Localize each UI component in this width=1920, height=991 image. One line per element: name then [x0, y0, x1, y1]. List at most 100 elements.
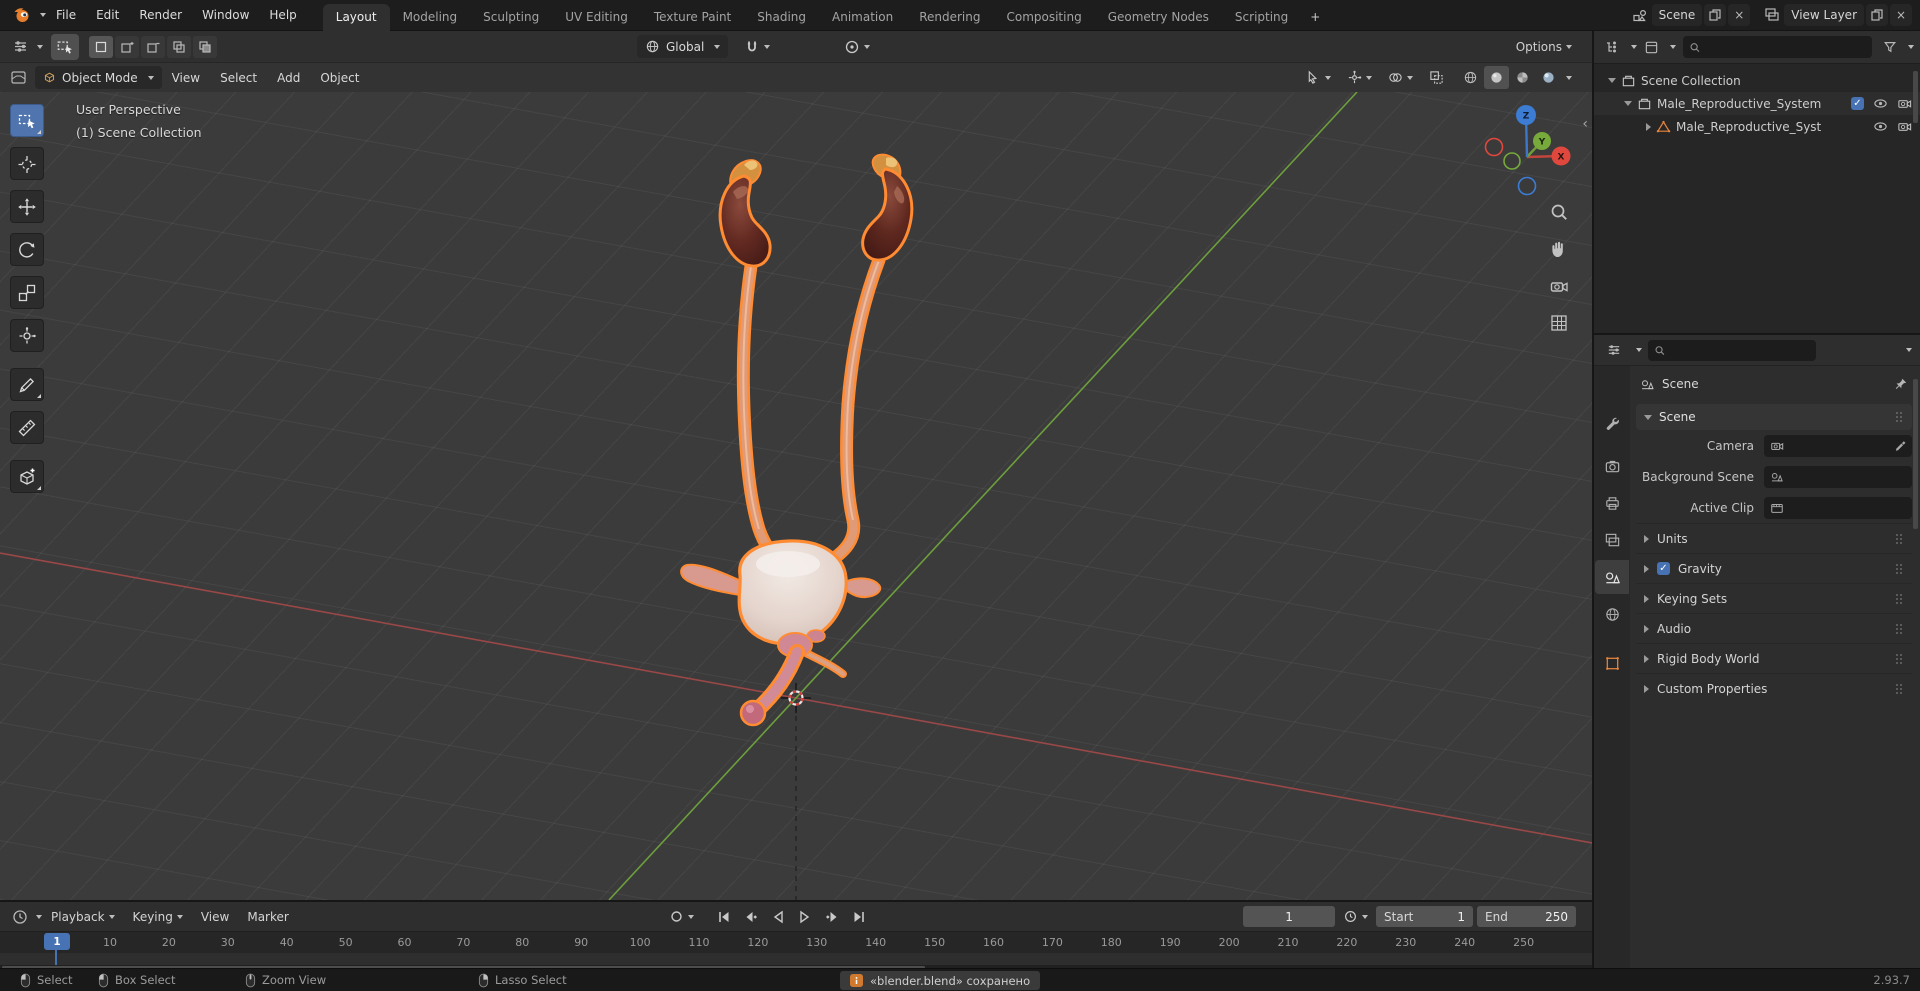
navigation-gizmo[interactable]: X Y Z: [1472, 98, 1582, 202]
snap-magnet-button[interactable]: [740, 35, 774, 59]
workspace-tab[interactable]: Modeling: [390, 4, 471, 31]
shading-material-button[interactable]: [1510, 66, 1535, 89]
outliner-row-object-male-reproductive[interactable]: Male_Reproductive_Syst: [1594, 115, 1920, 138]
active-clip-field[interactable]: [1764, 496, 1912, 519]
scene-browse-icon[interactable]: [1628, 3, 1652, 27]
topbar-menu[interactable]: File: [46, 0, 86, 31]
select-mode-subtract[interactable]: [141, 35, 165, 58]
properties-options-caret[interactable]: [1906, 348, 1912, 352]
outliner-row-collection-male-reproductive[interactable]: Male_Reproductive_System: [1594, 92, 1920, 115]
outliner-search[interactable]: [1683, 36, 1872, 58]
gizmo-neg-y[interactable]: [1503, 152, 1521, 170]
tool-cursor[interactable]: [10, 147, 44, 180]
properties-section[interactable]: Keying Sets: [1636, 583, 1912, 613]
pan-hand-icon[interactable]: [1549, 237, 1569, 261]
properties-section[interactable]: Custom Properties: [1636, 673, 1912, 703]
remove-view-layer-button[interactable]: ×: [1890, 4, 1912, 26]
workspace-tab[interactable]: Layout: [322, 3, 390, 31]
camera-icon[interactable]: [1897, 119, 1912, 134]
tool-measure[interactable]: [10, 411, 44, 444]
outliner-row-scene-collection[interactable]: Scene Collection: [1594, 69, 1920, 92]
properties-section-gravity[interactable]: Gravity: [1636, 553, 1912, 583]
unlink-scene-button[interactable]: ×: [1728, 4, 1751, 26]
outliner-search-input[interactable]: [1705, 39, 1866, 55]
shading-wireframe-button[interactable]: [1458, 66, 1483, 89]
topbar-menu[interactable]: Window: [192, 0, 259, 31]
tab-object[interactable]: [1595, 646, 1629, 680]
tab-view-layer[interactable]: [1595, 523, 1629, 557]
current-frame-field[interactable]: 1: [1243, 906, 1336, 927]
background-scene-field[interactable]: [1764, 465, 1912, 488]
ortho-grid-icon[interactable]: [1549, 311, 1569, 335]
prev-keyframe-button[interactable]: [739, 906, 764, 927]
timeline-ruler[interactable]: 10 20 30 40 50 60 70 80 90 100 110 120 130 140 150 160 1…: [0, 931, 1592, 953]
camera-field[interactable]: [1764, 434, 1912, 457]
topbar-menu[interactable]: Help: [259, 0, 306, 31]
properties-scrollbar[interactable]: [1913, 379, 1918, 529]
timeline-editor-icon[interactable]: [8, 905, 32, 929]
properties-section[interactable]: Units: [1636, 523, 1912, 553]
gizmo-neg-z[interactable]: [1517, 176, 1537, 196]
shading-dropdown-caret[interactable]: [1566, 75, 1572, 80]
gizmo-neg-x[interactable]: [1484, 137, 1504, 157]
scene-name-field[interactable]: Scene: [1651, 4, 1703, 26]
tab-render[interactable]: [1595, 449, 1629, 483]
outliner-editor-icon[interactable]: [1600, 35, 1624, 59]
timeline-track[interactable]: [0, 953, 1592, 965]
camera-view-icon[interactable]: [1549, 274, 1569, 298]
play-reverse-button[interactable]: [766, 906, 791, 927]
frame-end-field[interactable]: End 250: [1477, 906, 1577, 927]
collection-checkbox[interactable]: [1851, 97, 1864, 110]
disclosure-down-icon[interactable]: [1624, 101, 1632, 106]
workspace-tab[interactable]: Compositing: [993, 4, 1094, 31]
viewport-3d[interactable]: User Perspective (1) Scene Collection X …: [0, 92, 1592, 900]
panel-drag-dots[interactable]: [1896, 411, 1904, 423]
viewport-menu[interactable]: Object: [310, 71, 369, 85]
timeline-menu-view[interactable]: View: [192, 910, 238, 924]
view-layer-name-field[interactable]: View Layer: [1784, 4, 1864, 26]
topbar-menu[interactable]: Render: [129, 0, 192, 31]
tool-scale[interactable]: [10, 276, 44, 309]
panel-expand-icon[interactable]: [1644, 414, 1652, 420]
editor-type-button[interactable]: [6, 66, 31, 90]
tab-tool[interactable]: [1595, 406, 1629, 440]
xray-toggle[interactable]: [1425, 66, 1448, 90]
outliner-editor-caret[interactable]: [1631, 45, 1637, 49]
properties-search-input[interactable]: [1670, 342, 1810, 358]
viewport-menu[interactable]: Add: [267, 71, 310, 85]
zoom-icon[interactable]: [1549, 200, 1569, 224]
topbar-menu[interactable]: Edit: [86, 0, 129, 31]
properties-search[interactable]: [1648, 339, 1816, 361]
shading-solid-button[interactable]: [1484, 66, 1509, 89]
workspace-tab[interactable]: Texture Paint: [641, 4, 744, 31]
workspace-tab[interactable]: Animation: [819, 4, 906, 31]
object-visibility-dropdown[interactable]: [1302, 66, 1335, 90]
viewport-menu[interactable]: View: [162, 71, 210, 85]
workspace-tab[interactable]: Rendering: [906, 4, 993, 31]
tool-rotate[interactable]: [10, 233, 44, 266]
overlays-dropdown[interactable]: [1384, 66, 1417, 90]
tool-transform[interactable]: [10, 319, 44, 352]
preview-range-clock-button[interactable]: [1339, 905, 1372, 929]
outliner-scrollbar[interactable]: [1913, 71, 1918, 123]
workspace-tab[interactable]: Sculpting: [470, 4, 552, 31]
scene-panel-header[interactable]: Scene: [1636, 404, 1912, 430]
tool-move[interactable]: [10, 190, 44, 223]
timeline-menu-marker[interactable]: Marker: [238, 910, 297, 924]
view-layer-icon[interactable]: [1760, 3, 1784, 27]
select-mode-intersect[interactable]: [193, 35, 217, 58]
select-mode-extend[interactable]: [115, 35, 139, 58]
tab-world[interactable]: [1595, 597, 1629, 631]
region-collapse-arrow[interactable]: ‹: [1582, 116, 1588, 132]
options-dropdown[interactable]: Options: [1512, 35, 1576, 59]
tool-annotate[interactable]: [10, 368, 44, 401]
jump-to-start-button[interactable]: [712, 906, 737, 927]
select-mode-invert[interactable]: [167, 35, 191, 58]
eye-icon[interactable]: [1873, 119, 1888, 134]
properties-editor-icon[interactable]: [1602, 338, 1626, 362]
workspace-tab[interactable]: Shading: [744, 4, 819, 31]
tab-scene[interactable]: [1595, 560, 1629, 594]
blender-logo-icon[interactable]: [8, 3, 36, 27]
tab-output[interactable]: [1595, 486, 1629, 520]
workspace-tab[interactable]: UV Editing: [552, 4, 641, 31]
